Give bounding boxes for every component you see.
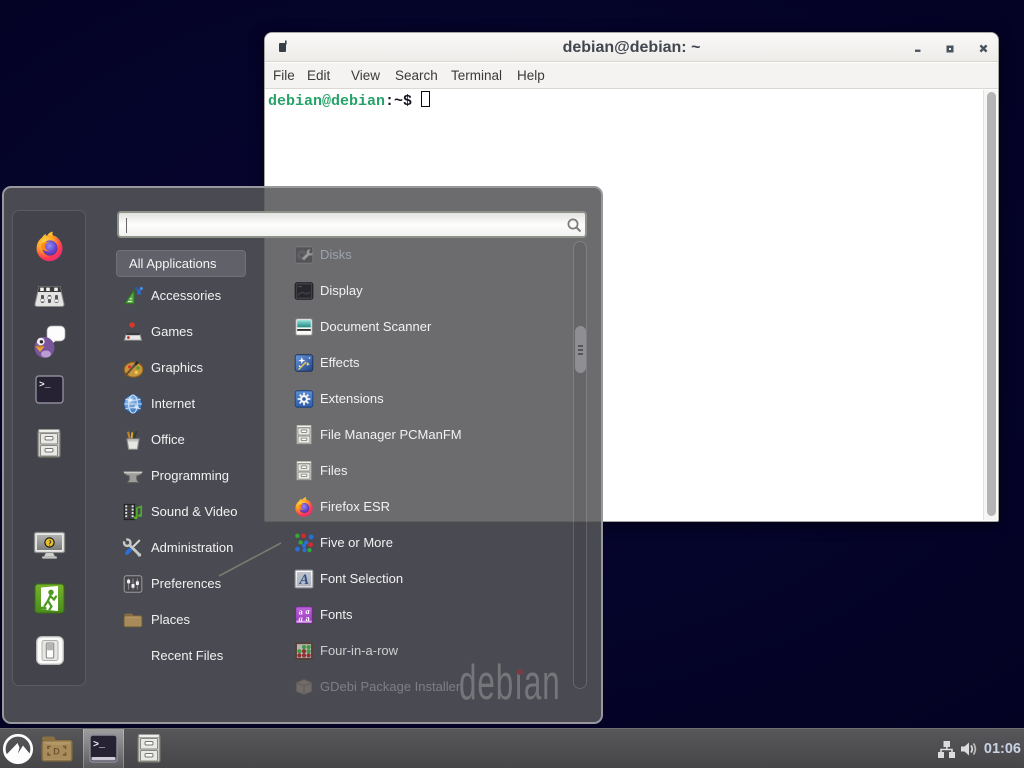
svg-text:>_: >_ bbox=[39, 379, 51, 390]
svg-text:D: D bbox=[53, 747, 60, 757]
svg-text:a: a bbox=[305, 614, 309, 623]
svg-text:a: a bbox=[299, 614, 303, 623]
svg-text:A: A bbox=[298, 572, 309, 588]
svg-text:>_: >_ bbox=[93, 740, 106, 751]
